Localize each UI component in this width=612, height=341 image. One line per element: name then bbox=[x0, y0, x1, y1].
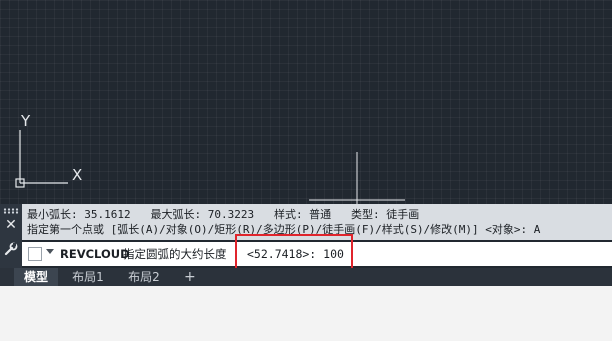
layout-tab-bar: 模型 布局1 布局2 + bbox=[0, 268, 612, 286]
history-line: 最小弧长: 35.1612 最大弧长: 70.3223 样式: 普通 类型: 徒… bbox=[27, 208, 420, 221]
wrench-icon[interactable] bbox=[4, 242, 18, 256]
current-command-name: REVCLOUD bbox=[60, 247, 130, 261]
add-layout-icon[interactable]: + bbox=[184, 268, 198, 286]
command-options-checkbox[interactable] bbox=[28, 247, 42, 261]
drawing-canvas[interactable]: Y X bbox=[0, 0, 612, 204]
dropdown-arrow-icon[interactable] bbox=[46, 249, 54, 254]
tab-model[interactable]: 模型 bbox=[14, 268, 58, 286]
tab-layout2[interactable]: 布局2 bbox=[118, 268, 170, 286]
status-area bbox=[0, 286, 612, 341]
command-prompt-text: 指定圆弧的大约长度 bbox=[123, 247, 227, 261]
grip-dots-icon[interactable] bbox=[3, 208, 19, 214]
crosshair-cursor-icon bbox=[309, 152, 405, 204]
tab-layout1[interactable]: 布局1 bbox=[62, 268, 114, 286]
close-icon[interactable]: ✕ bbox=[5, 218, 17, 232]
command-window-handle[interactable]: ✕ bbox=[0, 204, 22, 268]
